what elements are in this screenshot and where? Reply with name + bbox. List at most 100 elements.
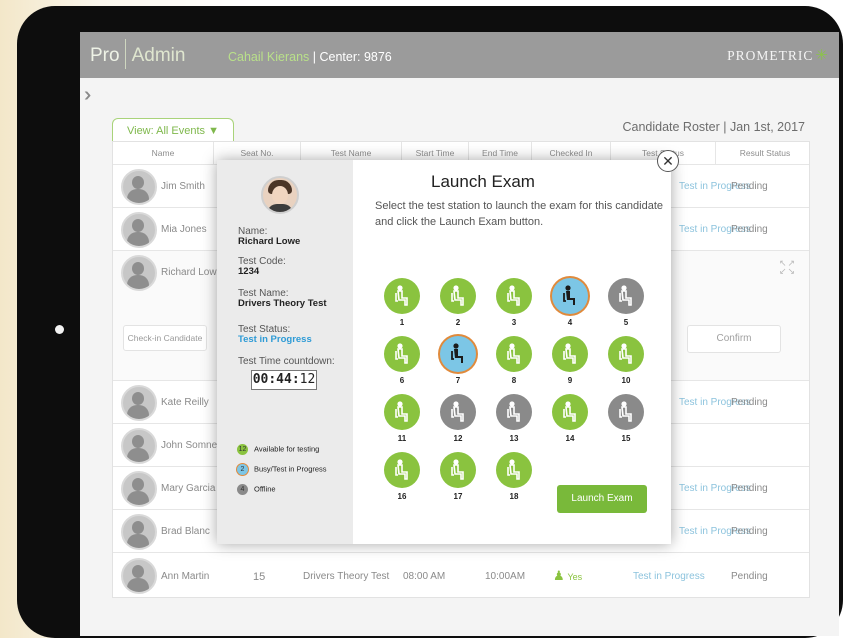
avatar <box>121 558 157 594</box>
station-17-seat-icon[interactable] <box>440 452 476 488</box>
station-8-seat-icon[interactable] <box>496 336 532 372</box>
avatar <box>121 212 157 248</box>
candidate-name: Richard Lowe <box>161 267 223 278</box>
test-status-value: Test in Progress <box>238 334 312 345</box>
station-12-seat-icon[interactable] <box>440 394 476 430</box>
test-name-value: Drivers Theory Test <box>238 298 327 309</box>
camera-dot <box>55 325 64 334</box>
test-status[interactable]: Test in Progress <box>633 571 705 582</box>
legend-offline: 4 Offline <box>237 484 276 495</box>
countdown-label: Test Time countdown: <box>238 356 335 367</box>
spark-icon: ✳ <box>815 48 829 64</box>
avatar <box>121 428 157 464</box>
modal-description: Select the test station to launch the ex… <box>375 200 664 228</box>
checked-in-indicator: ♟ Yes <box>553 568 582 584</box>
station-10-seat-icon[interactable] <box>608 336 644 372</box>
test-name: Drivers Theory Test <box>303 571 390 582</box>
app-name-admin: Admin <box>131 45 186 66</box>
station-16-seat-icon[interactable] <box>384 452 420 488</box>
person-check-icon: ♟ <box>553 568 565 583</box>
avatar <box>121 169 157 205</box>
station-number: 9 <box>567 376 573 385</box>
station-1-seat-icon[interactable] <box>384 278 420 314</box>
collapse-icon[interactable]: ↖↗ ↙↘ <box>779 259 796 276</box>
station-4-seat-icon[interactable] <box>552 278 588 314</box>
center-label: | Center: 9876 <box>309 50 392 64</box>
station-number: 5 <box>623 318 629 327</box>
available-count-badge: 12 <box>237 444 248 455</box>
candidate-name: John Somner <box>161 440 221 451</box>
launch-exam-modal: Name: Richard Lowe Test Code: 1234 Test … <box>217 150 679 544</box>
expand-sidebar-icon[interactable]: ›› <box>84 84 93 107</box>
start-time: 08:00 AM <box>403 571 446 582</box>
roster-title: Candidate Roster | Jan 1st, 2017 <box>622 120 805 134</box>
station-14-seat-icon[interactable] <box>552 394 588 430</box>
check-in-candidate-button[interactable]: Check-in Candidate <box>123 325 207 351</box>
station-number: 4 <box>567 318 573 327</box>
station-number: 2 <box>455 318 461 327</box>
legend-busy: 2 Busy/Test in Progress <box>237 464 327 475</box>
name-value: Richard Lowe <box>238 236 301 247</box>
candidate-name: Brad Blanc <box>161 526 210 537</box>
legend-available: 12 Available for testing <box>237 444 320 455</box>
result-status: Pending <box>731 526 768 537</box>
avatar <box>121 471 157 507</box>
result-status: Pending <box>731 397 768 408</box>
station-7-seat-icon[interactable] <box>440 336 476 372</box>
result-status: Pending <box>731 181 768 192</box>
result-status: Pending <box>731 483 768 494</box>
station-number: 8 <box>511 376 517 385</box>
candidate-name: Mary Garcia <box>161 483 216 494</box>
col-header-result-status[interactable]: Result Status <box>716 142 814 164</box>
station-number: 14 <box>565 434 575 443</box>
station-number: 12 <box>453 434 463 443</box>
station-number: 16 <box>397 492 407 501</box>
station-5-seat-icon[interactable] <box>608 278 644 314</box>
result-status: Pending <box>731 571 768 582</box>
view-filter-dropdown[interactable]: View: All Events ▼ <box>112 118 234 141</box>
app-screen: Pro Admin Cahail Kierans | Center: 9876 P… <box>80 32 839 636</box>
avatar <box>121 385 157 421</box>
station-number: 17 <box>453 492 463 501</box>
station-2-seat-icon[interactable] <box>440 278 476 314</box>
checked-in-value: Yes <box>567 572 583 582</box>
close-icon[interactable]: ✕ <box>657 150 679 172</box>
station-9-seat-icon[interactable] <box>552 336 588 372</box>
user-name[interactable]: Cahail Kierans <box>228 50 309 64</box>
candidate-name: Ann Martin <box>161 571 210 582</box>
station-6-seat-icon[interactable] <box>384 336 420 372</box>
tablet-frame: Pro Admin Cahail Kierans | Center: 9876 P… <box>17 6 843 638</box>
confirm-button[interactable]: Confirm <box>687 325 781 353</box>
station-number: 11 <box>397 434 407 443</box>
avatar <box>121 514 157 550</box>
table-row[interactable]: Ann Martin 15 Drivers Theory Test 08:00 … <box>113 553 809 596</box>
candidate-name: Mia Jones <box>161 224 207 235</box>
offline-count-badge: 4 <box>237 484 248 495</box>
station-number: 13 <box>509 434 519 443</box>
candidate-name: Jim Smith <box>161 181 205 192</box>
col-header-name[interactable]: Name <box>113 142 214 164</box>
station-number: 15 <box>621 434 631 443</box>
station-number: 6 <box>399 376 405 385</box>
station-3-seat-icon[interactable] <box>496 278 532 314</box>
candidate-photo <box>261 176 299 214</box>
launch-exam-button[interactable]: Launch Exam <box>557 485 647 513</box>
station-13-seat-icon[interactable] <box>496 394 532 430</box>
station-15-seat-icon[interactable] <box>608 394 644 430</box>
app-name-pro: Pro <box>90 45 126 66</box>
station-number: 3 <box>511 318 517 327</box>
busy-count-badge: 2 <box>237 464 248 475</box>
prometric-logo: PROMETRIC ✳ <box>727 48 829 64</box>
station-number: 18 <box>509 492 519 501</box>
countdown-timer: 00:44:12 <box>251 370 317 390</box>
station-number: 10 <box>621 376 631 385</box>
station-18-seat-icon[interactable] <box>496 452 532 488</box>
modal-title: Launch Exam <box>431 172 535 191</box>
station-number: 1 <box>399 318 405 327</box>
user-center-info: Cahail Kierans | Center: 9876 <box>228 50 392 64</box>
station-11-seat-icon[interactable] <box>384 394 420 430</box>
avatar <box>121 255 157 291</box>
candidate-name: Kate Reilly <box>161 397 209 408</box>
end-time: 10:00AM <box>485 571 526 582</box>
seat-number: 15 <box>253 571 266 583</box>
